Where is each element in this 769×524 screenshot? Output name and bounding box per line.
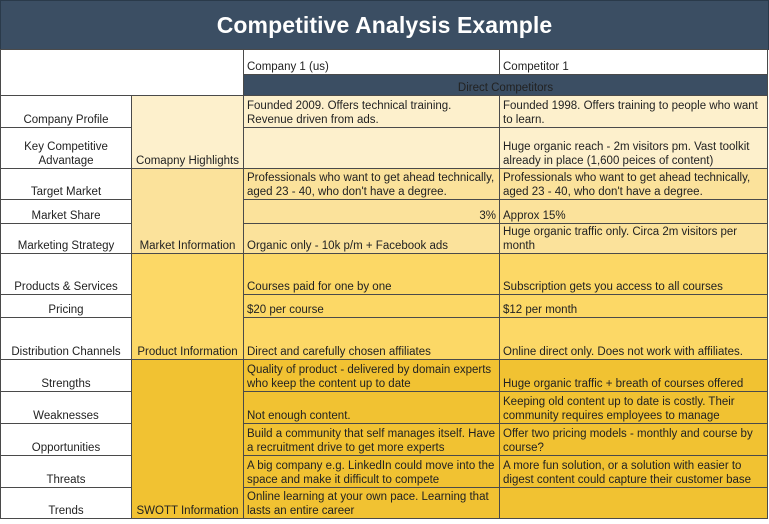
company-column-header[interactable]: Company 1 (us) [243, 49, 500, 75]
company-cell[interactable]: Build a community that self manages itse… [243, 423, 500, 456]
company-cell[interactable]: $20 per course [243, 294, 500, 318]
company-cell[interactable]: A big company e.g. LinkedIn could move i… [243, 455, 500, 488]
company-cell[interactable]: Direct and carefully chosen affiliates [243, 317, 500, 360]
company-cell[interactable]: 3% [243, 199, 500, 224]
company-cell[interactable]: Not enough content. [243, 391, 500, 424]
blank-corner-cell[interactable] [0, 49, 244, 96]
table-row: Marketing Strategy Organic only - 10k p/… [0, 223, 768, 254]
section-swott-information[interactable]: SWOTT Information [131, 359, 244, 519]
competitor-cell[interactable]: Huge organic traffic only. Circa 2m visi… [499, 223, 768, 254]
row-label-company-profile[interactable]: Company Profile [0, 95, 132, 128]
competitor-cell[interactable]: Offer two pricing models - monthly and c… [499, 423, 768, 456]
table-row: Opportunities Build a community that sel… [0, 423, 768, 456]
row-label-pricing[interactable]: Pricing [0, 294, 132, 318]
section-market-information[interactable]: Market Information [131, 168, 244, 254]
competitor-cell[interactable] [499, 487, 768, 519]
row-label-weaknesses[interactable]: Weaknesses [0, 391, 132, 424]
table-row: Market Share 3% Approx 15% [0, 199, 768, 224]
sheet-title: Competitive Analysis Example [0, 0, 769, 50]
competitor-cell[interactable]: Subscription gets you access to all cour… [499, 253, 768, 295]
company-cell[interactable]: Organic only - 10k p/m + Facebook ads [243, 223, 500, 254]
company-cell[interactable]: Professionals who want to get ahead tech… [243, 168, 500, 200]
table-row: Weaknesses Not enough content. Keeping o… [0, 391, 768, 424]
competitor-cell[interactable]: Huge organic traffic + breath of courses… [499, 359, 768, 392]
row-label-market-share[interactable]: Market Share [0, 199, 132, 224]
competitive-analysis-sheet: Competitive Analysis Example Company 1 (… [0, 0, 769, 524]
company-cell[interactable]: Founded 2009. Offers technical training.… [243, 95, 500, 128]
row-label-key-competitive-advantage[interactable]: Key Competitive Advantage [0, 127, 132, 169]
row-label-marketing-strategy[interactable]: Marketing Strategy [0, 223, 132, 254]
column-header-row: Company 1 (us) Competitor 1 [0, 49, 768, 96]
competitor-column-header[interactable]: Competitor 1 [499, 49, 768, 75]
competitor-cell[interactable]: Founded 1998. Offers training to people … [499, 95, 768, 128]
competitor-cell[interactable]: Online direct only. Does not work with a… [499, 317, 768, 360]
competitor-cell[interactable]: Approx 15% [499, 199, 768, 224]
section-product-information[interactable]: Product Information [131, 253, 244, 360]
competitor-cell[interactable]: $12 per month [499, 294, 768, 318]
table-row: Strengths SWOTT Information Quality of p… [0, 359, 768, 519]
competitor-cell[interactable]: Keeping old content up to date is costly… [499, 391, 768, 424]
table-row: Distribution Channels Direct and careful… [0, 317, 768, 360]
direct-competitors-header[interactable]: Direct Competitors [243, 74, 768, 96]
table-row: Company Profile Comapny Highlights Found… [0, 95, 768, 169]
competitor-cell[interactable]: Huge organic reach - 2m visitors pm. Vas… [499, 127, 768, 169]
row-label-strengths[interactable]: Strengths [0, 359, 132, 392]
section-company-highlights[interactable]: Comapny Highlights [131, 95, 244, 169]
company-cell[interactable]: Online learning at your own pace. Learni… [243, 487, 500, 519]
row-label-products-services[interactable]: Products & Services [0, 253, 132, 295]
row-label-opportunities[interactable]: Opportunities [0, 423, 132, 456]
table-row: Target Market Market Information Profess… [0, 168, 768, 254]
table-row: Threats A big company e.g. LinkedIn coul… [0, 455, 768, 488]
row-label-distribution-channels[interactable]: Distribution Channels [0, 317, 132, 360]
company-cell[interactable]: Courses paid for one by one [243, 253, 500, 295]
row-label-trends[interactable]: Trends [0, 487, 132, 519]
table-row: Key Competitive Advantage Huge organic r… [0, 127, 768, 169]
competitor-cell[interactable]: Professionals who want to get ahead tech… [499, 168, 768, 200]
analysis-table: Company 1 (us) Competitor 1 Direct Compe… [0, 49, 768, 519]
row-label-target-market[interactable]: Target Market [0, 168, 132, 200]
table-row: Products & Services Product Information … [0, 253, 768, 360]
company-cell[interactable]: Quality of product - delivered by domain… [243, 359, 500, 392]
competitor-cell[interactable]: A more fun solution, or a solution with … [499, 455, 768, 488]
row-label-threats[interactable]: Threats [0, 455, 132, 488]
company-cell[interactable] [243, 127, 500, 169]
table-row: Trends Online learning at your own pace.… [0, 487, 768, 519]
table-row: Pricing $20 per course $12 per month [0, 294, 768, 318]
